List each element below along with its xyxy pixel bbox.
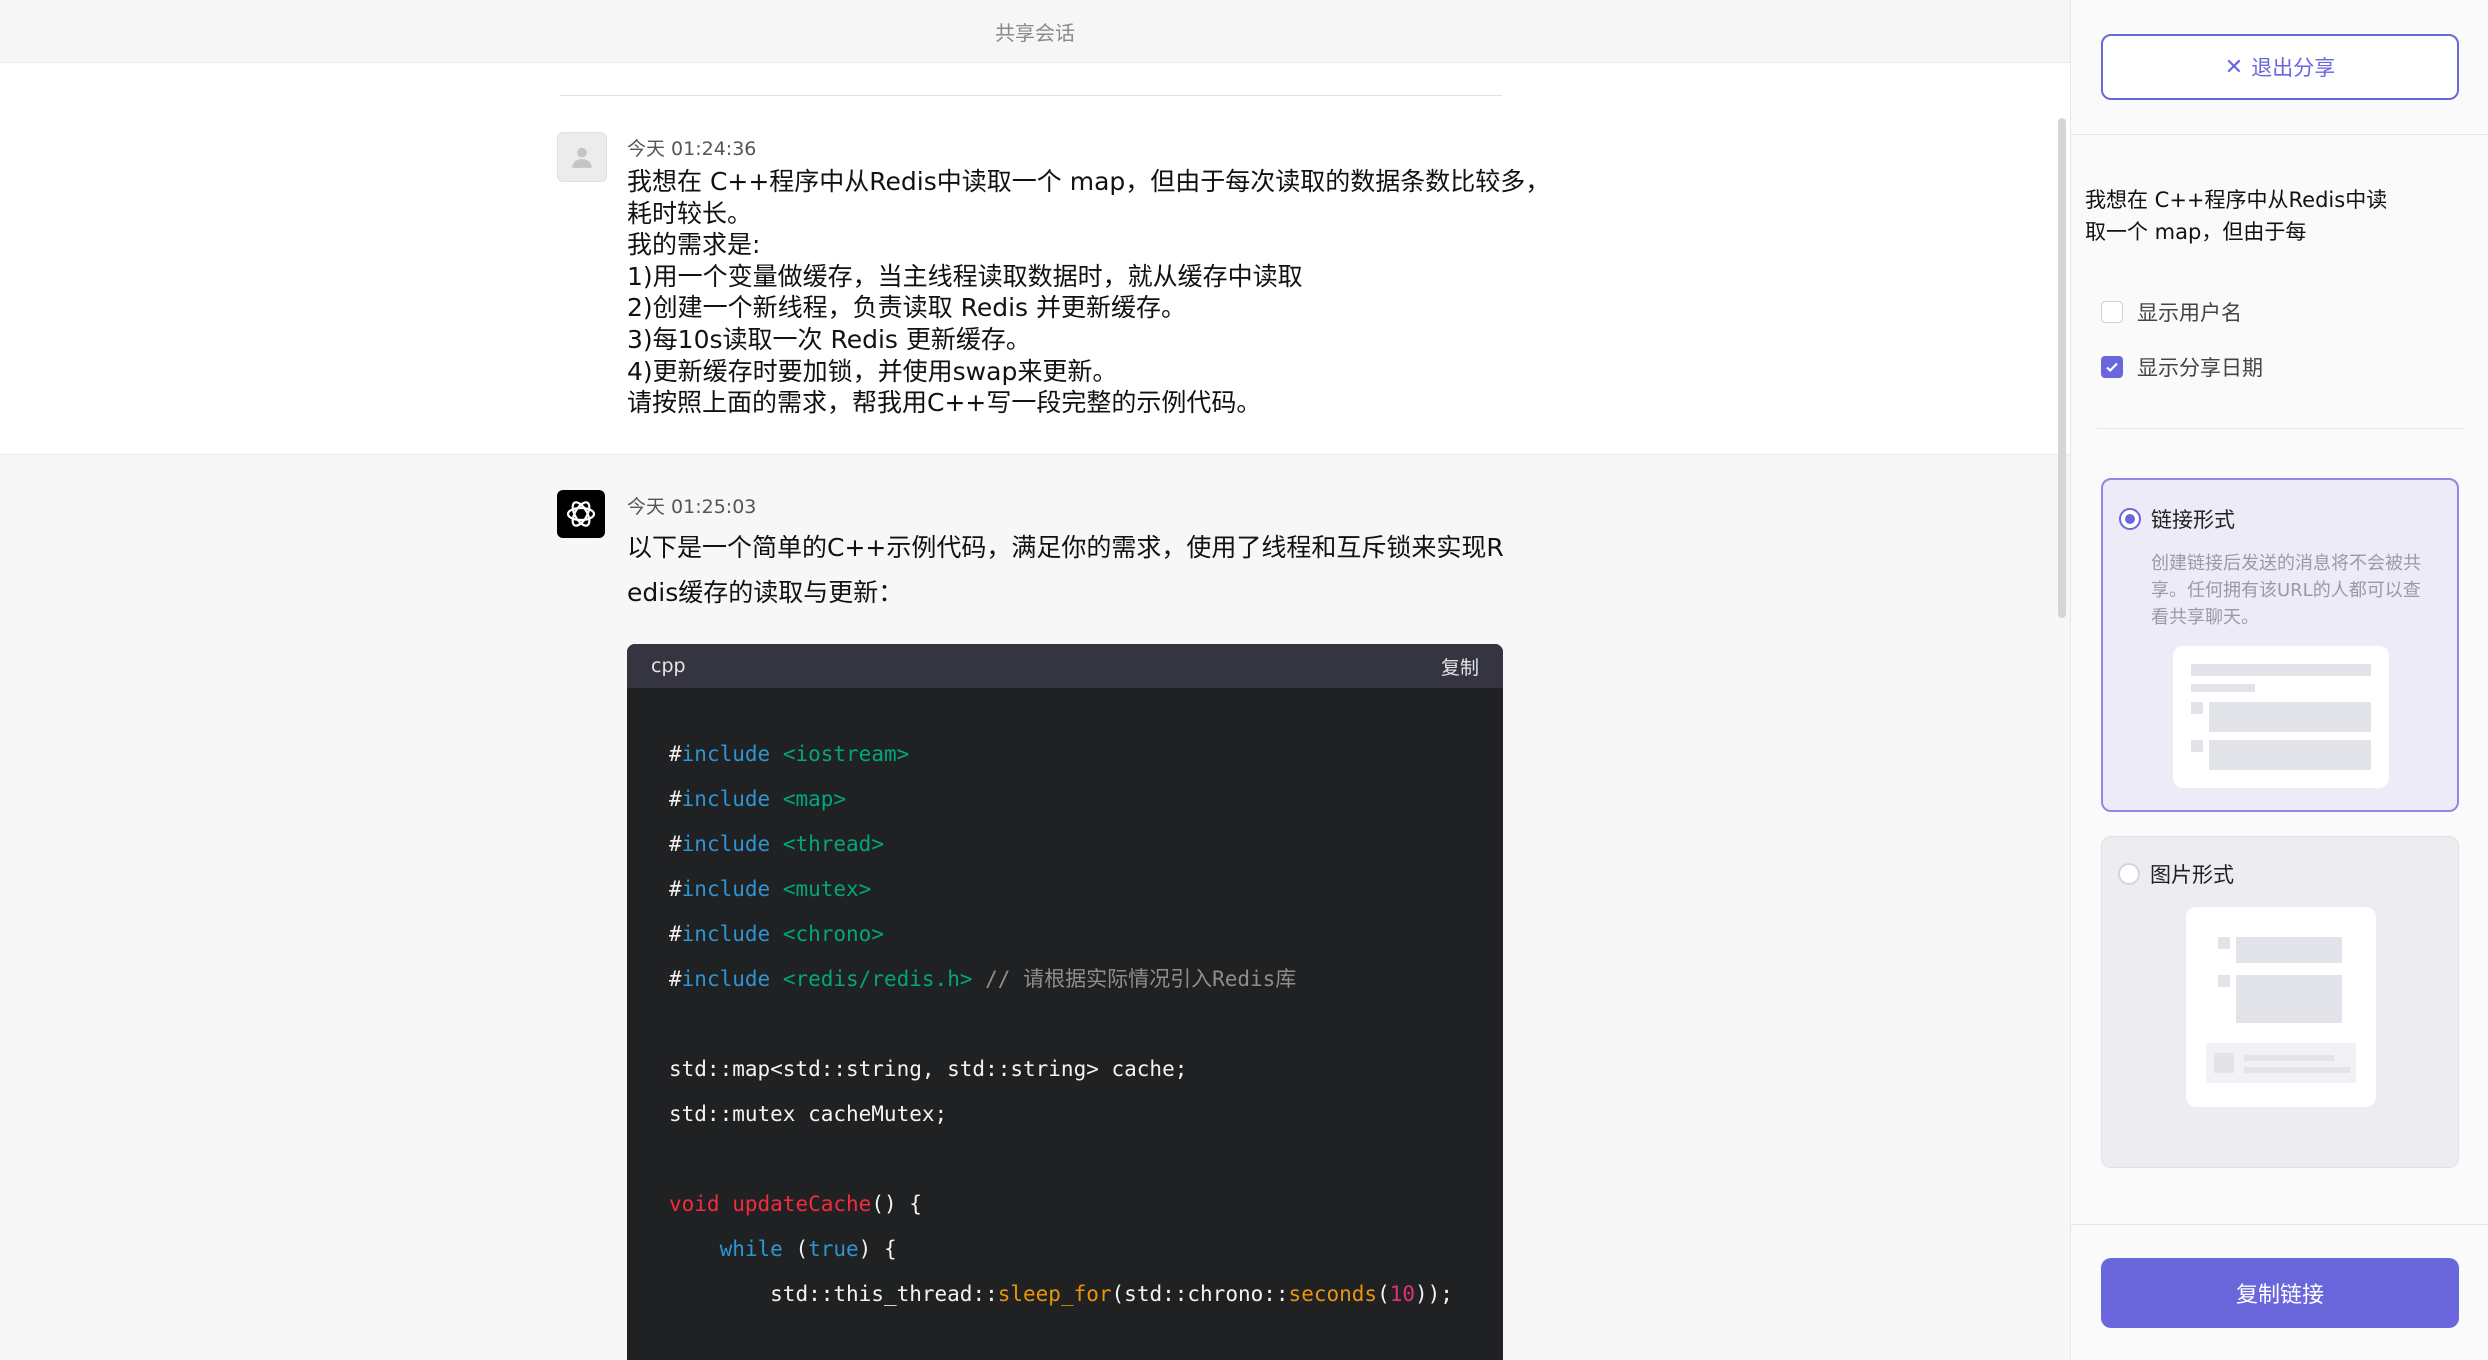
user-message-timestamp: 今天 01:24:36 xyxy=(627,138,757,160)
desc-line: 享。任何拥有该URL的人都可以查 xyxy=(2151,580,2421,601)
chat-main: 共享会话 今天 01:24:36 我想在 C++程序中从Redis中读取一个 m… xyxy=(0,0,2070,1360)
assistant-line: 以下是一个简单的C++示例代码，满足你的需求，使用了线程和互斥锁来实现R xyxy=(627,533,1504,562)
code-line: std::this_thread::sleep_for(std::chrono:… xyxy=(770,1282,1453,1306)
user-line: 2)创建一个新线程，负责读取 Redis 并更新缓存。 xyxy=(627,293,1187,323)
link-share-title: 链接形式 xyxy=(2151,508,2235,532)
link-share-option[interactable]: 链接形式 创建链接后发送的消息将不会被共 享。任何拥有该URL的人都可以查 看共… xyxy=(2101,478,2459,812)
image-share-radio[interactable] xyxy=(2118,863,2140,885)
exit-share-button[interactable]: ✕ 退出分享 xyxy=(2101,34,2459,100)
image-preview-thumbnail xyxy=(2186,907,2376,1107)
panel-divider xyxy=(2071,1224,2488,1225)
code-line: #include <chrono> xyxy=(669,922,884,946)
image-share-option[interactable]: 图片形式 xyxy=(2101,836,2459,1168)
code-language: cpp xyxy=(651,655,686,677)
desc-line: 创建链接后发送的消息将不会被共 xyxy=(2151,553,2421,574)
code-body: #include <iostream> #include <map> #incl… xyxy=(627,688,1503,1360)
preview-line: 我想在 C++程序中从Redis中读 xyxy=(2085,188,2388,212)
share-preview-text: 我想在 C++程序中从Redis中读 取一个 map，但由于每 xyxy=(2085,184,2415,248)
show-username-option[interactable]: 显示用户名 xyxy=(2101,297,2242,327)
copy-code-button[interactable]: 复制 xyxy=(1441,653,1479,680)
share-panel: ✕ 退出分享 我想在 C++程序中从Redis中读 取一个 map，但由于每 显… xyxy=(2070,0,2488,1360)
top-bar: 共享会话 xyxy=(0,0,2070,63)
scrollbar[interactable] xyxy=(2058,118,2066,618)
user-icon xyxy=(572,147,592,168)
user-line: 耗时较长。 xyxy=(627,198,753,228)
close-icon: ✕ xyxy=(2224,54,2244,80)
show-date-option[interactable]: 显示分享日期 xyxy=(2101,352,2263,382)
code-line: #include <map> xyxy=(669,787,847,811)
openai-logo-icon xyxy=(566,501,596,527)
show-date-label: 显示分享日期 xyxy=(2137,356,2263,380)
code-block: cpp 复制 #include <iostream> #include <map… xyxy=(627,644,1503,1360)
user-line: 我的需求是: xyxy=(627,230,761,260)
assistant-message-text: 以下是一个简单的C++示例代码，满足你的需求，使用了线程和互斥锁来实现R edi… xyxy=(627,525,1507,615)
code-header: cpp 复制 xyxy=(627,644,1503,688)
user-line: 请按照上面的需求，帮我用C++写一段完整的示例代码。 xyxy=(627,388,1262,418)
code-line: while (true) { xyxy=(719,1237,897,1261)
user-line: 1)用一个变量做缓存，当主线程读取数据时，就从缓存中读取 xyxy=(627,261,1303,291)
page-title: 共享会话 xyxy=(995,20,1075,45)
user-avatar xyxy=(557,132,607,182)
link-preview-thumbnail xyxy=(2173,646,2389,788)
code-line: #include <iostream> xyxy=(669,742,910,766)
link-share-radio[interactable] xyxy=(2119,508,2141,530)
image-share-title: 图片形式 xyxy=(2150,863,2234,887)
desc-line: 看共享聊天。 xyxy=(2151,607,2259,628)
assistant-avatar xyxy=(557,490,605,538)
user-line: 我想在 C++程序中从Redis中读取一个 map，但由于每次读取的数据条数比较… xyxy=(627,167,1551,196)
code-line: #include <thread> xyxy=(669,832,884,856)
code-line: #include <mutex> xyxy=(669,877,872,901)
exit-share-label: 退出分享 xyxy=(2251,56,2336,80)
check-icon xyxy=(2106,362,2118,373)
code-line: void updateCache() { xyxy=(669,1192,922,1216)
assistant-message-timestamp: 今天 01:25:03 xyxy=(627,496,757,518)
show-date-checkbox[interactable] xyxy=(2101,356,2123,378)
show-username-checkbox[interactable] xyxy=(2101,301,2123,323)
assistant-line: edis缓存的读取与更新： xyxy=(627,578,904,607)
panel-divider xyxy=(2071,134,2488,135)
code-line: #include <redis/redis.h> // 请根据实际情况引入Red… xyxy=(669,967,1297,991)
user-line: 3)每10s读取一次 Redis 更新缓存。 xyxy=(627,324,1031,354)
show-username-label: 显示用户名 xyxy=(2137,301,2242,325)
user-message-text: 我想在 C++程序中从Redis中读取一个 map，但由于每次读取的数据条数比较… xyxy=(627,166,1551,419)
link-share-description: 创建链接后发送的消息将不会被共 享。任何拥有该URL的人都可以查 看共享聊天。 xyxy=(2151,550,2441,631)
preview-line: 取一个 map，但由于每 xyxy=(2085,220,2307,244)
copy-link-button[interactable]: 复制链接 xyxy=(2101,1258,2459,1328)
panel-divider xyxy=(2097,428,2465,429)
code-line: std::mutex cacheMutex; xyxy=(669,1102,948,1126)
user-line: 4)更新缓存时要加锁，并使用swap来更新。 xyxy=(627,356,1118,386)
code-line: std::map<std::string, std::string> cache… xyxy=(669,1057,1188,1081)
